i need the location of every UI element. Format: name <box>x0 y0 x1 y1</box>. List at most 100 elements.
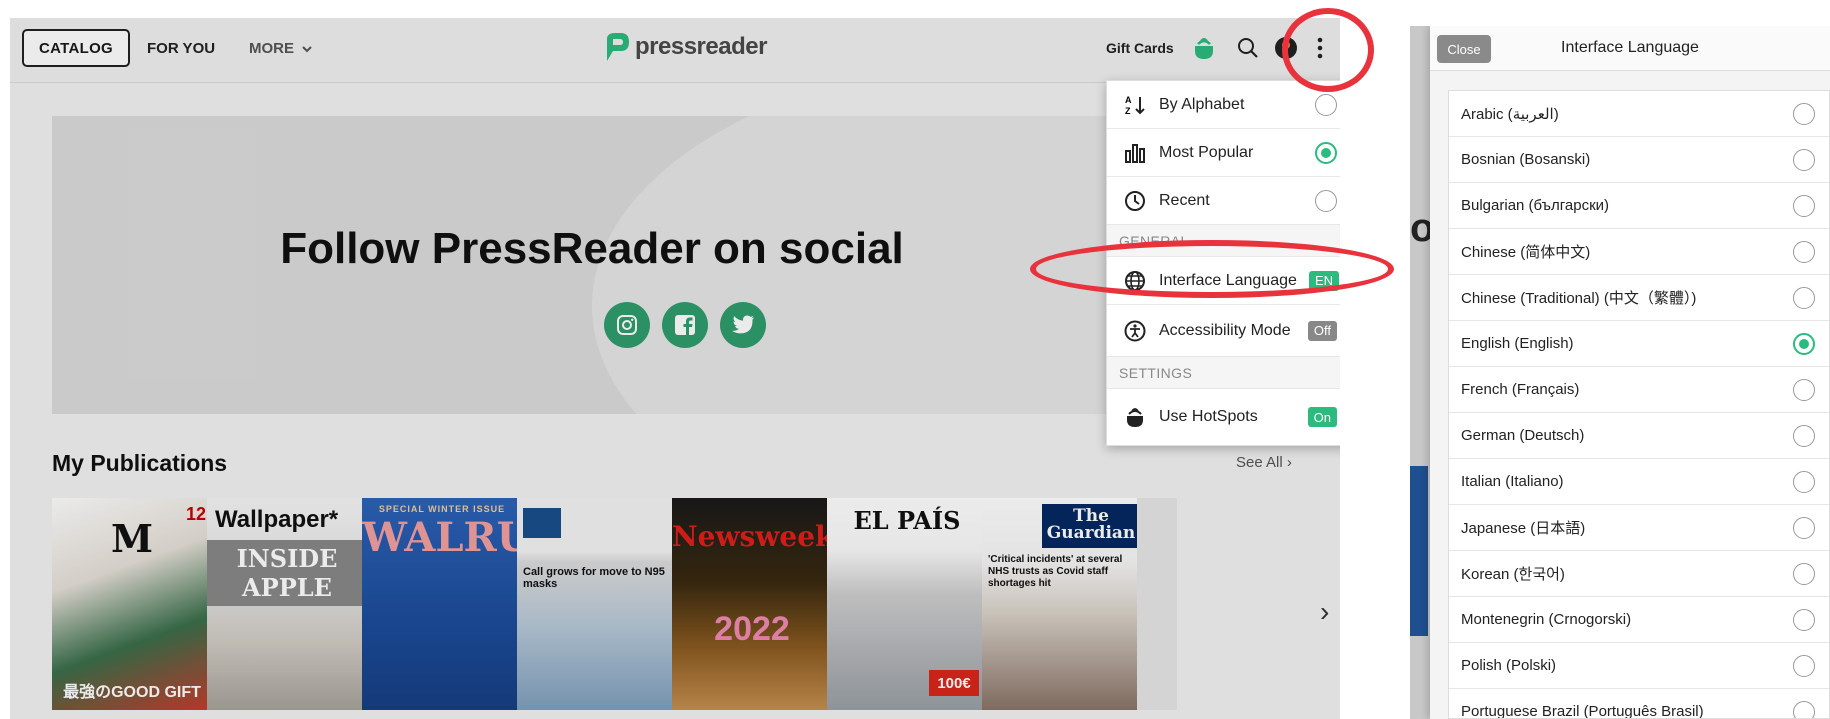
publication-cover-el-pais[interactable]: EL PAÍS 100€ <box>827 498 987 710</box>
cover-headline: 'Critical incidents' at several NHS trus… <box>988 554 1123 589</box>
language-radio[interactable] <box>1793 378 1815 401</box>
use-hotspots-item[interactable]: Use HotSpots On <box>1107 389 1340 445</box>
menu-item-label: Most Popular <box>1159 143 1254 161</box>
menu-item-label: Use HotSpots <box>1159 408 1258 425</box>
see-all-link[interactable]: See All › <box>1236 454 1292 471</box>
language-label: Japanese (日本語) <box>1461 520 1586 537</box>
options-dropdown-menu: AZ By Alphabet Most Popular Recent GENER… <box>1106 80 1340 446</box>
language-label: Korean (한국어) <box>1461 566 1565 583</box>
instagram-icon[interactable] <box>604 302 650 348</box>
language-radio[interactable] <box>1793 516 1815 539</box>
search-icon[interactable] <box>1234 34 1262 62</box>
language-option[interactable]: Korean (한국어) <box>1449 551 1829 597</box>
cover-price-tag: 100€ <box>929 670 979 696</box>
language-radio[interactable] <box>1793 148 1815 171</box>
language-radio[interactable] <box>1793 424 1815 447</box>
cover-headline: Call grows for move to N95 masks <box>523 566 665 590</box>
language-radio[interactable] <box>1793 470 1815 493</box>
language-label: English (English) <box>1461 335 1574 352</box>
language-radio[interactable] <box>1793 562 1815 585</box>
language-radio[interactable] <box>1793 332 1815 355</box>
account-avatar-icon[interactable] <box>1272 34 1300 62</box>
language-option[interactable]: Chinese (简体中文) <box>1449 229 1829 275</box>
language-label: Bosnian (Bosanski) <box>1461 151 1591 168</box>
background-cover-fragment <box>1410 466 1428 636</box>
cover-masthead: EL PAÍS <box>853 506 961 535</box>
hotspots-toggle-badge[interactable]: On <box>1307 407 1337 427</box>
catalog-tab[interactable]: CATALOG <box>22 29 130 67</box>
publication-cover-newsweek[interactable]: Newsweek 2022 <box>672 498 832 710</box>
language-radio[interactable] <box>1793 240 1815 263</box>
panel-header: Close Interface Language <box>1430 26 1830 71</box>
radio-by-alphabet[interactable] <box>1315 93 1337 116</box>
cover-masthead: M <box>110 516 154 561</box>
cover-headline: INSIDE APPLE <box>207 540 367 606</box>
more-menu-button[interactable]: MORE <box>249 40 312 57</box>
language-label: Arabic (العربية) <box>1461 105 1559 123</box>
for-you-tab[interactable]: FOR YOU <box>147 40 215 57</box>
chevron-down-icon <box>302 46 312 53</box>
bar-chart-icon <box>1121 143 1149 163</box>
sort-recent-item[interactable]: Recent <box>1107 177 1340 225</box>
svg-text:Z: Z <box>1125 106 1131 116</box>
publication-cover-walrus[interactable]: SPECIAL WINTER ISSUE WALRUS <box>362 498 522 710</box>
language-label: German (Deutsch) <box>1461 427 1585 444</box>
language-option[interactable]: Japanese (日本語) <box>1449 505 1829 551</box>
gift-cards-link[interactable]: Gift Cards <box>1106 40 1174 56</box>
language-radio[interactable] <box>1793 194 1815 217</box>
language-option[interactable]: Polish (Polski) <box>1449 643 1829 689</box>
language-option[interactable]: Italian (Italiano) <box>1449 459 1829 505</box>
hotspot-cup-icon[interactable] <box>1190 34 1218 62</box>
publication-cover-wallpaper[interactable]: Wallpaper* INSIDE APPLE <box>207 498 367 710</box>
globe-icon <box>1121 270 1149 292</box>
radio-most-popular[interactable] <box>1315 141 1337 164</box>
carousel-next-arrow-icon[interactable]: › <box>1320 596 1329 628</box>
language-option[interactable]: Bosnian (Bosanski) <box>1449 137 1829 183</box>
language-option[interactable]: Arabic (العربية) <box>1449 91 1829 137</box>
language-panel-screen: o Close Interface Language Arabic (العرب… <box>1410 26 1830 719</box>
language-label: French (Français) <box>1461 381 1580 398</box>
language-option[interactable]: Chinese (Traditional) (中文（繁體）) <box>1449 275 1829 321</box>
see-all-label: See All <box>1236 454 1283 471</box>
language-radio[interactable] <box>1793 608 1815 631</box>
language-option[interactable]: German (Deutsch) <box>1449 413 1829 459</box>
more-options-kebab-icon[interactable] <box>1306 34 1334 62</box>
language-list[interactable]: Arabic (العربية) Bosnian (Bosanski) Bulgar… <box>1448 90 1830 719</box>
language-option[interactable]: French (Français) <box>1449 367 1829 413</box>
language-label: Bulgarian (български) <box>1461 197 1610 214</box>
publication-cover-shonen[interactable]: 12 M 最強のGOOD GIFT <box>52 498 212 710</box>
hotspot-cup-icon <box>1121 405 1149 429</box>
publication-cover-partial[interactable] <box>1137 498 1177 710</box>
interface-language-item[interactable]: Interface Language EN <box>1107 257 1340 305</box>
publication-cover-guardian[interactable]: The Guardian 'Critical incidents' at sev… <box>982 498 1142 710</box>
language-radio[interactable] <box>1793 700 1815 718</box>
cover-headline: 最強のGOOD GIFT <box>63 684 201 701</box>
cover-masthead-box <box>523 508 561 538</box>
menu-item-label: Accessibility Mode <box>1159 321 1291 339</box>
language-label: Portuguese Brazil (Português Brasil) <box>1461 703 1704 719</box>
language-badge: EN <box>1308 270 1339 291</box>
cover-masthead: WALRUS <box>362 514 522 561</box>
language-option[interactable]: English (English) <box>1449 321 1829 367</box>
language-radio[interactable] <box>1793 286 1815 309</box>
language-radio[interactable] <box>1793 102 1815 125</box>
twitter-icon[interactable] <box>720 302 766 348</box>
accessibility-toggle-badge[interactable]: Off <box>1307 320 1337 341</box>
cover-masthead: Wallpaper* <box>215 506 339 533</box>
my-publications-heading: My Publications <box>52 450 228 476</box>
accessibility-mode-item[interactable]: Accessibility Mode Off <box>1107 305 1340 357</box>
publication-cover-vancouver-sun[interactable]: Call grows for move to N95 masks <box>517 498 677 710</box>
clock-icon <box>1121 190 1149 212</box>
sort-most-popular-item[interactable]: Most Popular <box>1107 129 1340 177</box>
facebook-icon[interactable] <box>662 302 708 348</box>
cover-masthead: Newsweek <box>672 520 832 553</box>
language-option[interactable]: Portuguese Brazil (Português Brasil) <box>1449 689 1829 719</box>
language-radio[interactable] <box>1793 654 1815 677</box>
language-option[interactable]: Montenegrin (Crnogorski) <box>1449 597 1829 643</box>
accessibility-icon <box>1121 320 1149 342</box>
pressreader-logo[interactable]: pressreader <box>603 31 767 63</box>
logo-text: pressreader <box>635 33 767 60</box>
language-option[interactable]: Bulgarian (български) <box>1449 183 1829 229</box>
sort-by-alphabet-item[interactable]: AZ By Alphabet <box>1107 81 1340 129</box>
radio-recent[interactable] <box>1315 189 1337 212</box>
